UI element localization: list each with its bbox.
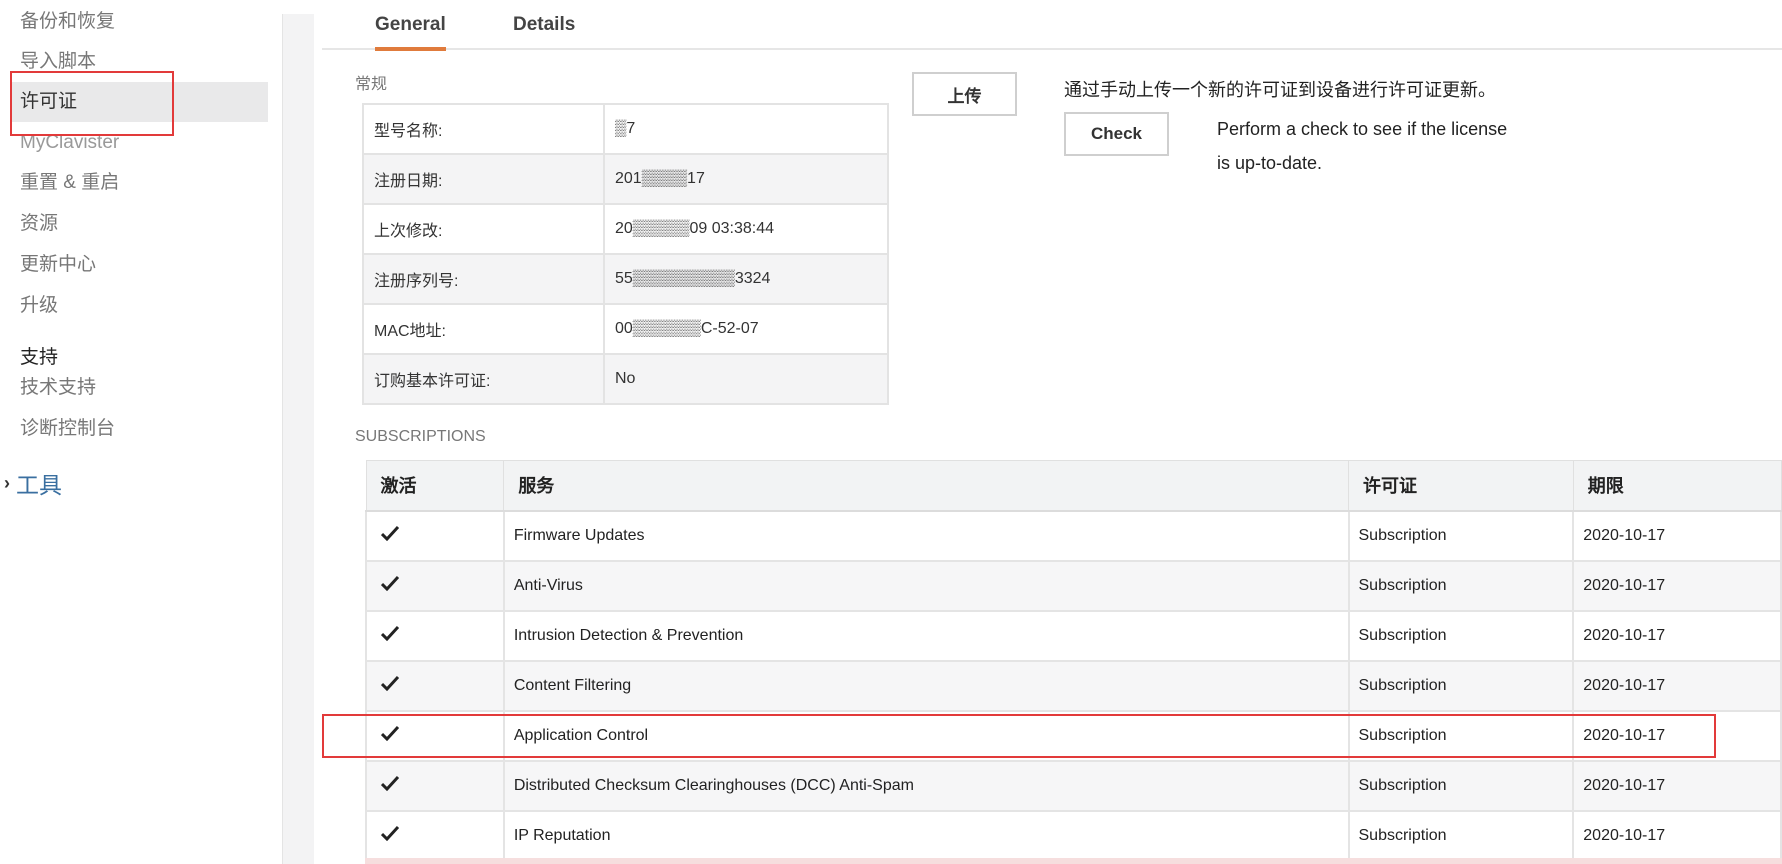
table-row: Distributed Checksum Clearinghouses (DCC… <box>365 760 1782 812</box>
service-cell: Application Control <box>503 710 1350 762</box>
license-cell: Subscription <box>1348 760 1575 812</box>
checkmark-icon <box>381 525 399 541</box>
license-info-table: 型号名称: ▒7 注册日期: 201▒▒▒▒17 上次修改: 20▒▒▒▒▒09… <box>362 103 889 405</box>
active-cell <box>365 610 505 662</box>
sidebar-group-tools[interactable]: › 工具 <box>4 466 62 500</box>
column-header-license[interactable]: 许可证 <box>1348 460 1574 512</box>
info-value: No <box>603 353 889 405</box>
table-row: IP Reputation Subscription 2020-10-17 <box>365 810 1782 862</box>
active-cell <box>365 510 505 562</box>
table-row: 型号名称: ▒7 <box>362 103 889 155</box>
expiry-cell: 2020-10-17 <box>1573 760 1782 812</box>
service-cell: Firmware Updates <box>503 510 1350 562</box>
service-cell: Anti-Virus <box>503 560 1350 612</box>
table-row: Anti-Virus Subscription 2020-10-17 <box>365 560 1782 612</box>
table-row-partial <box>365 858 1782 864</box>
sidebar-item-update-center[interactable]: 更新中心 <box>20 253 96 277</box>
expiry-cell: 2020-10-17 <box>1573 610 1782 662</box>
upload-description: 通过手动上传一个新的许可证到设备进行许可证更新。 <box>1064 80 1496 100</box>
info-value: ▒7 <box>603 103 889 155</box>
subscriptions-table: 激活 服务 许可证 期限 Firmware Updates Subscripti… <box>365 460 1782 862</box>
info-key: 订购基本许可证: <box>362 353 605 405</box>
chevron-right-icon: › <box>4 472 10 493</box>
sidebar-item-license[interactable]: 许可证 <box>10 82 268 122</box>
subscriptions-section-title: SUBSCRIPTIONS <box>355 428 486 445</box>
table-row: Intrusion Detection & Prevention Subscri… <box>365 610 1782 662</box>
table-header-row: 激活 服务 许可证 期限 <box>365 460 1782 512</box>
license-cell: Subscription <box>1348 660 1575 712</box>
table-row: Content Filtering Subscription 2020-10-1… <box>365 660 1782 712</box>
table-row: 注册日期: 201▒▒▒▒17 <box>362 153 889 205</box>
sidebar-item-tech-support[interactable]: 技术支持 <box>20 376 96 400</box>
license-cell: Subscription <box>1348 510 1575 562</box>
sidebar-item-upgrade[interactable]: 升级 <box>20 294 58 318</box>
info-value: 20▒▒▒▒▒09 03:38:44 <box>603 203 889 255</box>
expiry-cell: 2020-10-17 <box>1573 710 1782 762</box>
service-cell: Intrusion Detection & Prevention <box>503 610 1350 662</box>
table-row: Firmware Updates Subscription 2020-10-17 <box>365 510 1782 562</box>
checkmark-icon <box>381 575 399 591</box>
license-cell: Subscription <box>1348 610 1575 662</box>
checkmark-icon <box>381 675 399 691</box>
tab-bar: General Details <box>322 0 1782 51</box>
info-key: 型号名称: <box>362 103 605 155</box>
info-value: 201▒▒▒▒17 <box>603 153 889 205</box>
info-key: 注册日期: <box>362 153 605 205</box>
sidebar-group-tools-label: 工具 <box>16 472 62 498</box>
expiry-cell: 2020-10-17 <box>1573 660 1782 712</box>
info-key: MAC地址: <box>362 303 605 355</box>
table-row: MAC地址: 00▒▒▒▒▒▒C-52-07 <box>362 303 889 355</box>
checkmark-icon <box>381 625 399 641</box>
active-cell <box>365 760 505 812</box>
service-cell: Distributed Checksum Clearinghouses (DCC… <box>503 760 1350 812</box>
checkmark-icon <box>381 775 399 791</box>
table-row: Application Control Subscription 2020-10… <box>365 710 1782 762</box>
table-row: 上次修改: 20▒▒▒▒▒09 03:38:44 <box>362 203 889 255</box>
license-cell: Subscription <box>1348 810 1575 862</box>
tab-general[interactable]: General <box>375 14 446 51</box>
check-button[interactable]: Check <box>1064 112 1169 156</box>
general-section-title: 常规 <box>355 76 388 93</box>
service-cell: Content Filtering <box>503 660 1350 712</box>
info-value: 55▒▒▒▒▒▒▒▒▒3324 <box>603 253 889 305</box>
expiry-cell: 2020-10-17 <box>1573 560 1782 612</box>
checkmark-icon <box>381 725 399 741</box>
sidebar-heading-support: 支持 <box>20 347 59 368</box>
tab-details[interactable]: Details <box>513 14 575 36</box>
active-cell <box>365 810 505 862</box>
column-header-expiry[interactable]: 期限 <box>1572 460 1782 512</box>
sidebar-item-resources[interactable]: 资源 <box>20 212 58 236</box>
sidebar-item-myclavister[interactable]: MyClavister <box>20 131 119 155</box>
table-row: 订购基本许可证: No <box>362 353 889 405</box>
expiry-cell: 2020-10-17 <box>1573 810 1782 862</box>
license-cell: Subscription <box>1348 710 1575 762</box>
column-header-service[interactable]: 服务 <box>503 460 1349 512</box>
expiry-cell: 2020-10-17 <box>1573 510 1782 562</box>
sidebar-item-diagnostic-console[interactable]: 诊断控制台 <box>20 417 115 441</box>
info-key: 上次修改: <box>362 203 605 255</box>
info-value: 00▒▒▒▒▒▒C-52-07 <box>603 303 889 355</box>
upload-button[interactable]: 上传 <box>912 72 1017 116</box>
license-cell: Subscription <box>1348 560 1575 612</box>
sidebar-item-reset-restart[interactable]: 重置 & 重启 <box>20 171 119 195</box>
active-cell <box>365 560 505 612</box>
active-cell <box>365 660 505 712</box>
sidebar-splitter <box>282 14 314 864</box>
sidebar: 备份和恢复 导入脚本 许可证 MyClavister 重置 & 重启 资源 更新… <box>0 0 282 864</box>
service-cell: IP Reputation <box>503 810 1350 862</box>
column-header-active[interactable]: 激活 <box>365 460 505 512</box>
check-description: Perform a check to see if the license is… <box>1217 119 1508 173</box>
info-key: 注册序列号: <box>362 253 605 305</box>
sidebar-item-import-script[interactable]: 导入脚本 <box>20 50 96 74</box>
active-cell <box>365 710 505 762</box>
sidebar-item-backup-restore[interactable]: 备份和恢复 <box>20 10 115 34</box>
table-row: 注册序列号: 55▒▒▒▒▒▒▒▒▒3324 <box>362 253 889 305</box>
checkmark-icon <box>381 825 399 841</box>
